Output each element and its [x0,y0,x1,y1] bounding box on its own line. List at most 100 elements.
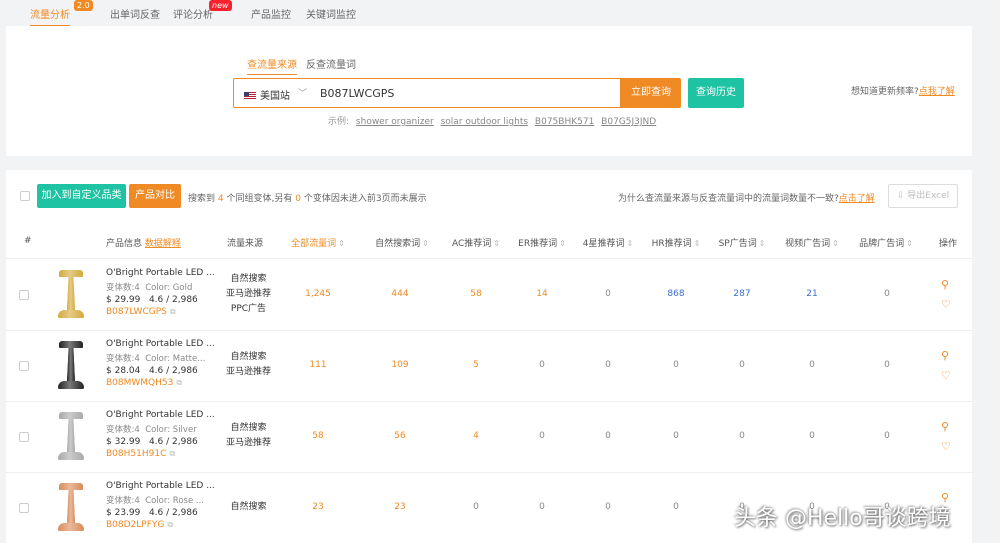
asin-input[interactable] [320,85,600,101]
row-checkbox[interactable] [19,290,29,300]
col-sp-keywords[interactable]: SP广告词 ⇕ [719,236,766,249]
external-link-icon[interactable]: ⧉ [176,378,182,387]
row-checkbox[interactable] [19,432,29,442]
er-value: 0 [539,431,545,441]
col-brand-keywords[interactable]: 品牌广告词 ⇕ [859,236,913,249]
product-info: O'Bright Portable LED ... 变体数:4 Color: G… [106,268,221,317]
col-4star-keywords[interactable]: 4星推荐词 ⇕ [583,236,633,249]
external-link-icon[interactable]: ⧉ [170,307,176,316]
product-asin[interactable]: B08D2LPFYG ⧉ [106,520,221,530]
search-icon[interactable]: ⚲ [941,349,949,362]
product-image[interactable] [56,341,86,393]
all-keywords-value[interactable]: 23 [312,502,323,512]
heart-icon[interactable]: ♡ [941,440,951,453]
search-icon[interactable]: ⚲ [941,420,949,433]
variant-count: 变体数:4 [106,283,140,293]
product-name[interactable]: O'Bright Portable LED ... [106,268,221,278]
sort-icon: ⇕ [338,239,345,248]
er-value[interactable]: 14 [536,289,547,299]
col-video-keywords[interactable]: 视频广告词 ⇕ [785,236,839,249]
product-asin[interactable]: B08H51H91C ⧉ [106,449,221,459]
col-ac-keywords[interactable]: AC推荐词 ⇕ [452,236,500,249]
chevron-down-icon[interactable]: ﹀ [298,86,307,99]
query-button[interactable]: 立即查询 [621,78,681,108]
organic-value[interactable]: 56 [394,431,405,441]
product-image[interactable] [56,412,86,464]
organic-value[interactable]: 109 [391,360,408,370]
product-name[interactable]: O'Bright Portable LED ... [106,339,221,349]
tab-order-keyword-lookup[interactable]: 出单词反查 [110,6,160,21]
export-excel-button[interactable]: ⇩ 导出Excel [888,184,958,208]
price: $ 28.04 [106,366,141,376]
col-product-info: 产品信息 数据解释 [106,236,181,249]
lamp-base [58,381,84,389]
search-icon[interactable]: ⚲ [941,278,949,291]
heart-icon[interactable]: ♡ [941,298,951,311]
update-frequency-hint: 想知道更新频率?点我了解 [851,84,955,97]
organic-value[interactable]: 444 [391,289,408,299]
example-link[interactable]: solar outdoor lights [441,117,528,127]
add-to-category-button[interactable]: 加入到自定义品类 [37,184,126,208]
sort-icon: ⇕ [758,239,766,248]
heart-icon[interactable]: ♡ [941,369,951,382]
tab-keyword-monitor[interactable]: 关键词监控 [306,6,356,21]
brand-value: 0 [884,360,890,370]
example-link[interactable]: shower organizer [356,117,434,127]
mode-traffic-source[interactable]: 查流量来源 [247,56,297,75]
price: $ 29.99 [106,295,141,305]
asin: B087LWCGPS [106,307,167,317]
row-checkbox[interactable] [19,361,29,371]
product-info: O'Bright Portable LED ... 变体数:4 Color: R… [106,481,221,530]
price: $ 23.99 [106,508,141,518]
select-all-checkbox[interactable] [20,191,30,201]
site-selector[interactable]: 美国站 [244,87,290,102]
col-label: 全部流量词 [291,239,337,249]
col-action: 操作 [938,239,958,249]
star4-value: 0 [605,502,611,512]
product-name[interactable]: O'Bright Portable LED ... [106,481,221,491]
example-link[interactable]: B07G5J3JND [601,117,656,127]
product-name[interactable]: O'Bright Portable LED ... [106,410,221,420]
product-image[interactable] [56,270,86,322]
col-hr-keywords[interactable]: HR推荐词 ⇕ [652,236,701,249]
row-checkbox[interactable] [19,503,29,513]
mode-reverse-keyword[interactable]: 反查流量词 [306,56,356,71]
col-all-keywords[interactable]: 全部流量词 ⇕ [291,236,345,249]
why-link[interactable]: 点击了解 [839,194,875,204]
sort-icon: ⇕ [693,239,701,248]
ac-value[interactable]: 4 [473,431,479,441]
all-keywords-value[interactable]: 1,245 [305,289,331,299]
product-image[interactable] [56,483,86,535]
product-asin[interactable]: B087LWCGPS ⧉ [106,307,221,317]
all-keywords-value[interactable]: 111 [309,360,326,370]
ac-value[interactable]: 5 [473,360,479,370]
col-label: AC推荐词 [452,239,492,249]
col-organic-keywords[interactable]: 自然搜索词 ⇕ [375,236,429,249]
col-er-keywords[interactable]: ER推荐词 ⇕ [518,236,566,249]
sp-value[interactable]: 287 [733,289,750,299]
video-value[interactable]: 21 [806,289,817,299]
freq-link[interactable]: 点我了解 [919,87,955,97]
external-link-icon[interactable]: ⧉ [169,449,175,458]
sort-icon: ⇕ [559,239,566,248]
example-link[interactable]: B075BHK571 [535,117,594,127]
export-label: 导出Excel [907,191,950,201]
sp-value: 0 [739,431,745,441]
tab-product-monitor[interactable]: 产品监控 [251,6,291,21]
compare-button[interactable]: 产品对比 [129,184,181,208]
history-button[interactable]: 查询历史 [688,78,744,108]
hr-value[interactable]: 868 [667,289,684,299]
mode-indicator [247,74,297,75]
ac-value[interactable]: 58 [470,289,481,299]
all-keywords-value[interactable]: 58 [312,431,323,441]
table-row: O'Bright Portable LED ... 变体数:4 Color: G… [6,260,972,331]
external-link-icon[interactable]: ⧉ [167,520,173,529]
divider [6,258,972,259]
data-explain-link[interactable]: 数据解释 [145,239,181,249]
product-asin[interactable]: B08MWMQH53 ⧉ [106,378,221,388]
summary-text: 个变体因未进入前3页而未展示 [303,194,427,204]
organic-value[interactable]: 23 [394,502,405,512]
tab-review-analysis[interactable]: 评论分析 new [173,0,232,21]
rating: 4.6 / 2,986 [148,295,198,305]
tab-traffic-analysis[interactable]: 流量分析 2.0 [30,0,93,27]
